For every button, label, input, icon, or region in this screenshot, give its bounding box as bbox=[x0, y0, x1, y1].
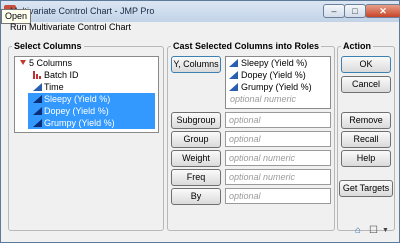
cancel-button[interactable]: Cancel bbox=[341, 76, 391, 93]
column-item-batch-id[interactable]: Batch ID bbox=[28, 69, 155, 81]
columns-tree-header[interactable]: 5 Columns bbox=[19, 57, 72, 69]
continuous-icon bbox=[229, 71, 238, 79]
dialog-subtitle: Run Multivariate Control Chart bbox=[10, 22, 132, 32]
minimize-button[interactable]: – bbox=[323, 4, 345, 18]
dropdown-arrow-icon[interactable]: ▼ bbox=[382, 225, 389, 237]
help-button[interactable]: Help bbox=[341, 150, 391, 167]
expand-triangle-icon[interactable] bbox=[20, 60, 26, 65]
column-item-dopey[interactable]: Dopey (Yield %) bbox=[28, 105, 155, 117]
recall-button[interactable]: Recall bbox=[341, 131, 391, 148]
home-icon[interactable]: ⌂ bbox=[355, 225, 361, 237]
status-bar: ⌂ ☐ ▼ bbox=[355, 225, 395, 239]
column-item-grumpy[interactable]: Grumpy (Yield %) bbox=[28, 117, 155, 129]
dialog-window: Multivariate Control Chart - JMP Pro – □… bbox=[0, 0, 400, 243]
y-item-dopey[interactable]: Dopey (Yield %) bbox=[226, 69, 330, 81]
remove-button[interactable]: Remove bbox=[341, 112, 391, 129]
columns-count: 5 Columns bbox=[29, 58, 73, 68]
continuous-icon bbox=[229, 83, 238, 91]
by-button[interactable]: By bbox=[171, 188, 221, 205]
group-field[interactable]: optional bbox=[225, 131, 331, 147]
column-item-sleepy[interactable]: Sleepy (Yield %) bbox=[28, 93, 155, 105]
nominal-icon bbox=[33, 71, 41, 79]
weight-field[interactable]: optional numeric bbox=[225, 150, 331, 166]
weight-button[interactable]: Weight bbox=[171, 150, 221, 167]
columns-list[interactable]: 5 Columns Batch ID Time Sleepy (Yield %)… bbox=[14, 56, 159, 133]
y-columns-placeholder: optional numeric bbox=[230, 94, 297, 104]
y-item-grumpy[interactable]: Grumpy (Yield %) bbox=[226, 81, 330, 93]
title-bar[interactable]: Multivariate Control Chart - JMP Pro – □… bbox=[1, 1, 400, 22]
continuous-icon bbox=[33, 107, 42, 115]
select-columns-label: Select Columns bbox=[12, 41, 84, 51]
column-item-time[interactable]: Time bbox=[28, 81, 155, 93]
continuous-icon bbox=[33, 95, 42, 103]
roles-label: Cast Selected Columns into Roles bbox=[171, 41, 322, 51]
continuous-icon bbox=[33, 83, 42, 91]
ok-button[interactable]: OK bbox=[341, 56, 391, 73]
y-item-sleepy[interactable]: Sleepy (Yield %) bbox=[226, 57, 330, 69]
window-list-icon[interactable]: ☐ bbox=[369, 225, 378, 237]
action-label: Action bbox=[341, 41, 373, 51]
continuous-icon bbox=[33, 119, 42, 127]
close-button[interactable]: ✕ bbox=[365, 4, 400, 18]
window-title: Multivariate Control Chart - JMP Pro bbox=[10, 6, 155, 16]
get-targets-button[interactable]: Get Targets bbox=[339, 180, 393, 197]
maximize-button[interactable]: □ bbox=[344, 4, 366, 18]
subgroup-button[interactable]: Subgroup bbox=[171, 112, 221, 129]
y-columns-list[interactable]: Sleepy (Yield %) Dopey (Yield %) Grumpy … bbox=[225, 56, 331, 109]
y-columns-button[interactable]: Y, Columns bbox=[171, 56, 221, 73]
group-button[interactable]: Group bbox=[171, 131, 221, 148]
freq-field[interactable]: optional numeric bbox=[225, 169, 331, 185]
by-field[interactable]: optional bbox=[225, 188, 331, 204]
freq-button[interactable]: Freq bbox=[171, 169, 221, 186]
subgroup-field[interactable]: optional bbox=[225, 112, 331, 128]
columns-items: Batch ID Time Sleepy (Yield %) Dopey (Yi… bbox=[28, 69, 155, 129]
continuous-icon bbox=[229, 59, 238, 67]
